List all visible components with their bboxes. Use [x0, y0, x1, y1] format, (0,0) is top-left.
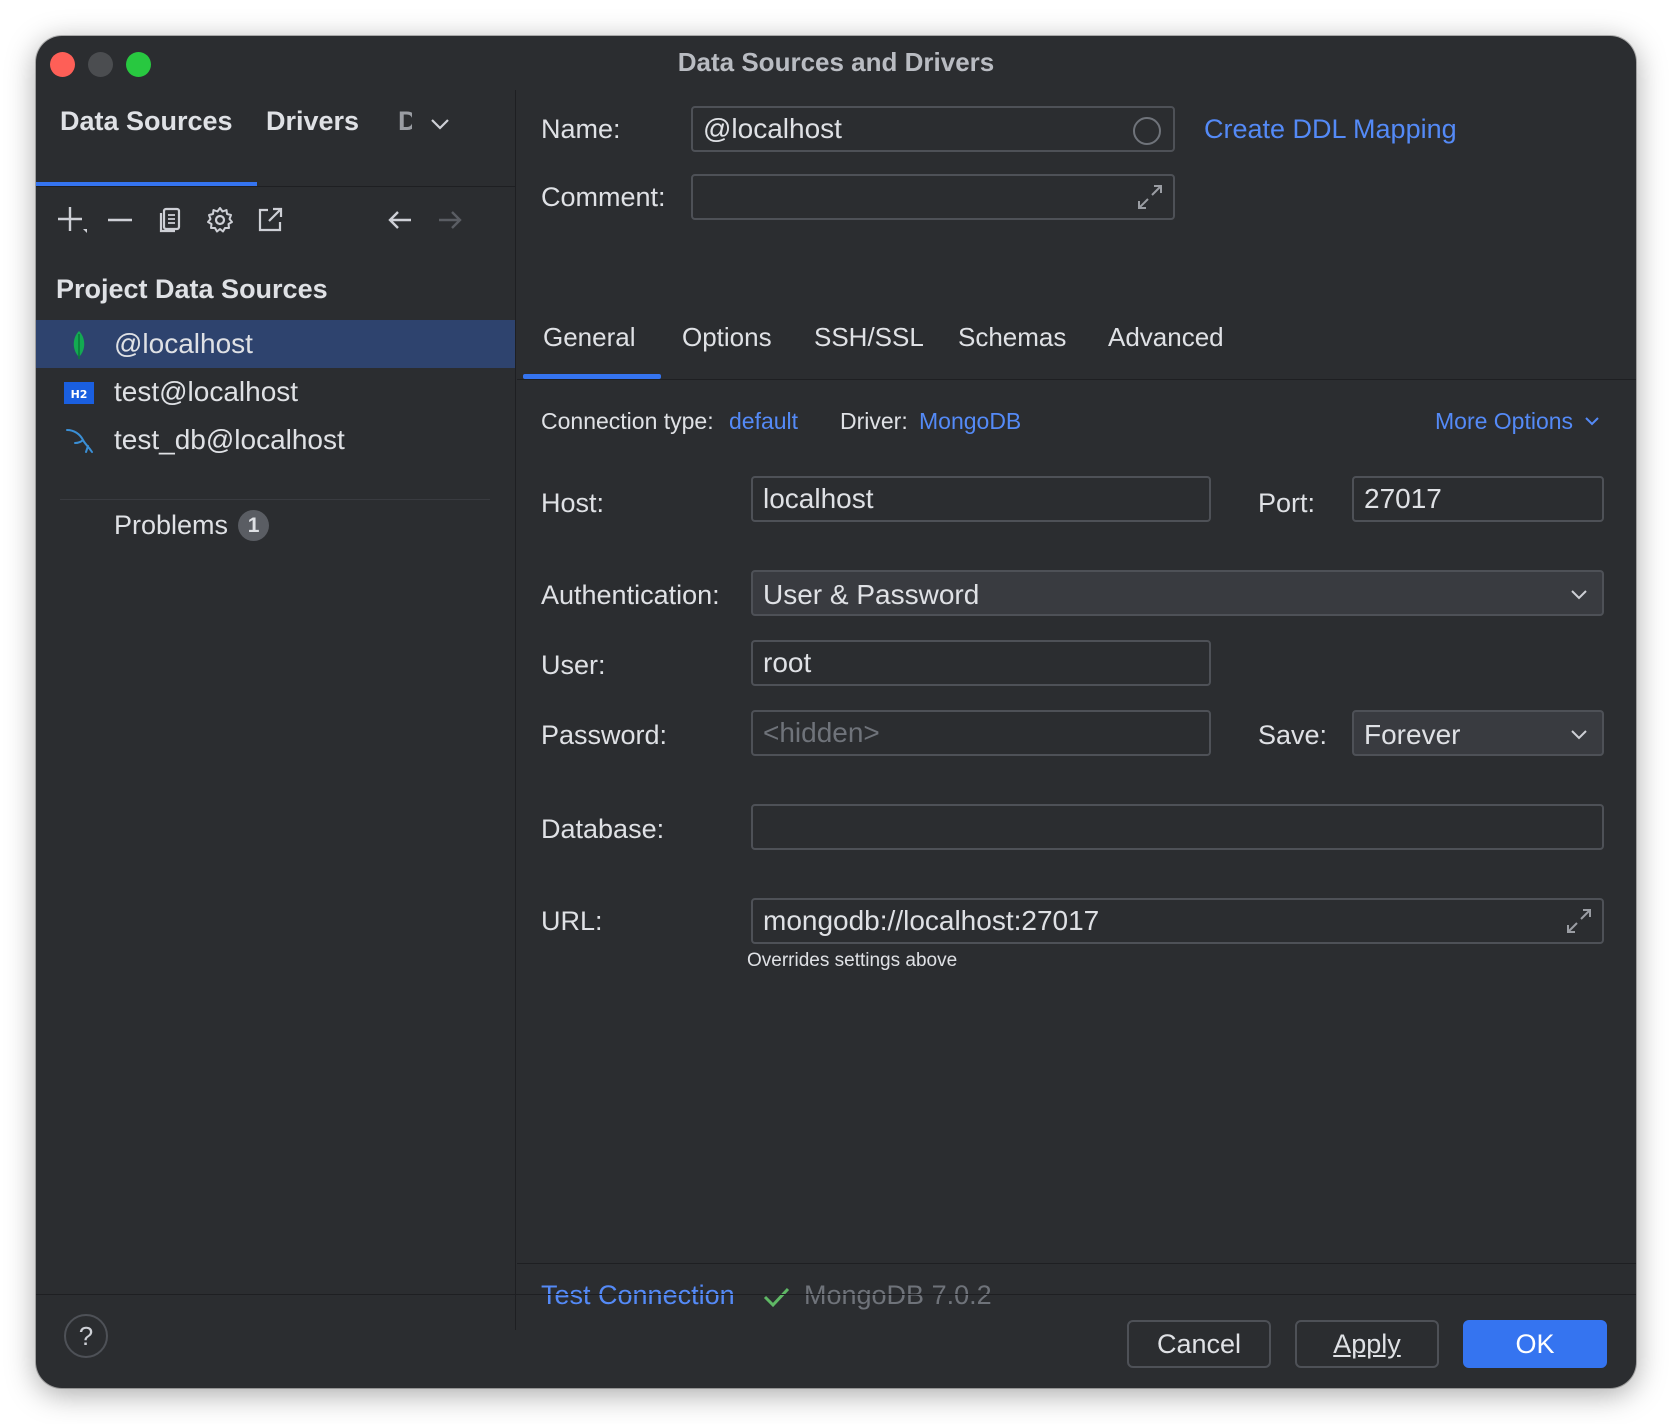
window-title: Data Sources and Drivers: [677, 47, 995, 77]
url-hint: Overrides settings above: [747, 950, 958, 971]
host-value: localhost: [763, 483, 874, 514]
chevron-down-icon: [1571, 590, 1587, 600]
back-arrow-icon[interactable]: [382, 202, 418, 238]
test-result: MongoDB 7.0.2: [804, 1280, 992, 1310]
driver-label: Driver:: [840, 408, 908, 434]
problems-item[interactable]: Problems 1: [114, 510, 270, 541]
name-value: @localhost: [703, 113, 842, 144]
authentication-label: Authentication:: [541, 580, 720, 610]
cancel-button[interactable]: Cancel: [1127, 1320, 1271, 1368]
user-value: root: [763, 647, 812, 678]
forward-arrow-icon[interactable]: [432, 202, 468, 238]
user-label: User:: [541, 650, 606, 680]
apply-button[interactable]: Apply: [1295, 1320, 1439, 1368]
tab-schemas[interactable]: Schemas: [958, 322, 1066, 353]
more-options-label: More Options: [1435, 408, 1574, 434]
svg-text:H2: H2: [71, 388, 88, 401]
tree-item-label: @localhost: [114, 328, 253, 359]
port-input[interactable]: 27017: [1352, 476, 1604, 522]
password-input[interactable]: <hidden>: [751, 710, 1211, 756]
mysql-dolphin-icon: [64, 426, 94, 456]
more-options-link[interactable]: More Options: [1435, 408, 1601, 435]
title-bar: Data Sources and Drivers: [36, 36, 1636, 90]
comment-field[interactable]: [691, 174, 1175, 220]
chevron-down-icon: [1585, 417, 1600, 426]
connection-type-label: Connection type:: [541, 408, 714, 434]
tab-advanced[interactable]: Advanced: [1108, 322, 1224, 353]
tab-overflow-clipped[interactable]: D: [398, 106, 412, 137]
color-circle-icon[interactable]: [1133, 117, 1161, 145]
authentication-value: User & Password: [763, 579, 980, 610]
driver-link[interactable]: MongoDB: [919, 408, 1021, 435]
url-label: URL:: [541, 906, 603, 936]
check-icon: [761, 1282, 791, 1317]
comment-label: Comment:: [541, 182, 666, 212]
host-input[interactable]: localhost: [751, 476, 1211, 522]
create-ddl-mapping-link[interactable]: Create DDL Mapping: [1204, 114, 1457, 145]
name-field[interactable]: @localhost: [691, 106, 1175, 152]
help-button[interactable]: ?: [64, 1314, 108, 1358]
mongodb-leaf-icon: [64, 330, 94, 360]
url-value: mongodb://localhost:27017: [763, 905, 1100, 936]
data-sources-dialog: Data Sources and Drivers Data Sources Dr…: [36, 36, 1636, 1388]
url-input[interactable]: mongodb://localhost:27017: [751, 898, 1604, 944]
name-label: Name:: [541, 114, 621, 144]
tree-item-test-localhost[interactable]: H2 test@localhost: [36, 368, 515, 416]
port-label: Port:: [1258, 488, 1316, 518]
tab-general[interactable]: General: [543, 322, 636, 353]
add-icon[interactable]: [54, 202, 90, 238]
save-label: Save:: [1258, 720, 1328, 750]
expand-icon[interactable]: [1564, 906, 1594, 941]
duplicate-icon[interactable]: [152, 202, 188, 238]
tree-separator: [60, 499, 490, 500]
ok-button[interactable]: OK: [1463, 1320, 1607, 1368]
h2-database-icon: H2: [64, 378, 94, 408]
password-placeholder: <hidden>: [763, 717, 880, 748]
sidebar: Data Sources Drivers D Project Data Sour…: [36, 90, 516, 1330]
data-source-form: Name: @localhost Create DDL Mapping Comm…: [517, 90, 1636, 1330]
open-external-icon[interactable]: [252, 202, 288, 238]
footer-divider: [36, 1294, 1636, 1295]
save-value: Forever: [1364, 719, 1461, 750]
remove-icon[interactable]: [102, 202, 138, 238]
tabs-divider: [517, 379, 1636, 380]
chevron-down-icon: [1571, 730, 1587, 740]
authentication-select[interactable]: User & Password: [751, 570, 1604, 616]
tree-item-test-db-localhost[interactable]: test_db@localhost: [36, 416, 515, 464]
tab-data-sources[interactable]: Data Sources: [60, 106, 233, 137]
save-select[interactable]: Forever: [1352, 710, 1604, 756]
user-input[interactable]: root: [751, 640, 1211, 686]
tabs-dropdown-chevron-icon[interactable]: [428, 112, 452, 141]
problems-count-badge: 1: [238, 510, 270, 541]
bottom-divider: [517, 1263, 1636, 1264]
database-label: Database:: [541, 814, 665, 844]
problems-label: Problems: [114, 510, 229, 540]
settings-gear-icon[interactable]: [202, 202, 238, 238]
connection-type-link[interactable]: default: [729, 408, 798, 435]
tree-item-label: test@localhost: [114, 376, 299, 407]
test-connection-link[interactable]: Test Connection: [541, 1280, 735, 1311]
tab-options[interactable]: Options: [682, 322, 772, 353]
project-data-sources-heading: Project Data Sources: [56, 274, 328, 304]
tab-drivers[interactable]: Drivers: [266, 106, 359, 137]
database-input[interactable]: [751, 804, 1604, 850]
tree-item-label: test_db@localhost: [114, 424, 345, 455]
tabs-divider: [36, 186, 515, 187]
host-label: Host:: [541, 488, 605, 518]
tab-ssh-ssl[interactable]: SSH/SSL: [814, 322, 924, 353]
expand-icon[interactable]: [1135, 182, 1165, 217]
port-value: 27017: [1364, 483, 1442, 514]
password-label: Password:: [541, 720, 668, 750]
tree-item-localhost[interactable]: @localhost: [36, 320, 515, 368]
